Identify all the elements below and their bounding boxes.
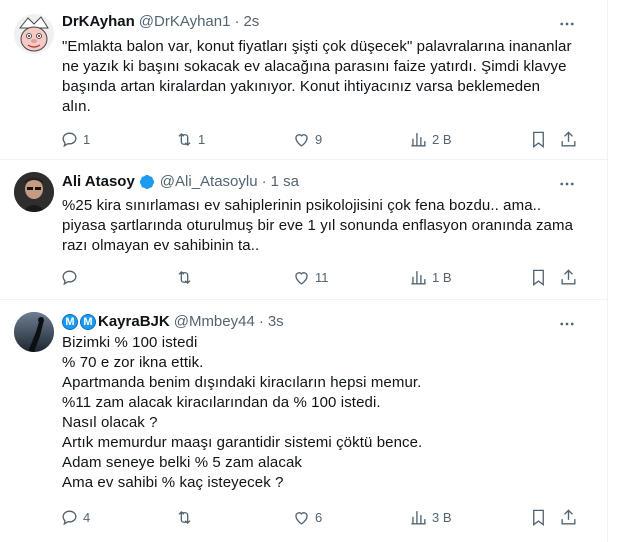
retweet-button[interactable] — [175, 266, 198, 288]
separator-dot: · — [234, 13, 240, 30]
more-icon[interactable] — [557, 14, 577, 34]
retweet-icon — [178, 132, 191, 146]
bookmark-icon — [533, 509, 544, 526]
author-handle[interactable]: @DrKAyhan1 — [139, 12, 231, 32]
tweet-line: "Emlakta balon var, konut fiyatları şişt… — [62, 38, 572, 55]
separator-dot: · — [258, 313, 264, 330]
reply-icon — [62, 509, 77, 525]
action-bar: 1 1 9 2 B — [56, 128, 586, 150]
retweet-button[interactable] — [175, 506, 198, 528]
tweet-line: alın. — [62, 98, 91, 115]
bookmark-button[interactable] — [529, 266, 548, 288]
tweet-line: piyasa şartlarında oturulmuş bir eve 1 y… — [62, 217, 574, 234]
tweet-line: ne yazık ki başını sokacak ev alacağına … — [62, 58, 567, 75]
tweet-line: Nasıl olacak ? — [62, 414, 158, 431]
like-button[interactable]: 11 — [292, 266, 329, 288]
views-count: 2 B — [432, 131, 452, 147]
bookmark-icon — [533, 269, 544, 286]
views-count: 1 B — [432, 269, 452, 285]
tweet-line: %25 kira sınırlaması ev sahiplerinin psi… — [62, 197, 542, 214]
views-icon — [411, 270, 426, 285]
separator-dot: · — [261, 173, 267, 190]
author-name[interactable]: DrKAyhan — [62, 12, 135, 32]
like-count: 9 — [315, 131, 323, 147]
avatar[interactable] — [14, 14, 54, 54]
timestamp[interactable]: 1 sa — [271, 172, 299, 192]
like-count: 6 — [315, 509, 323, 525]
tweet-header: M M KayraBJK @Mmbey44 · 3s — [62, 312, 284, 332]
views-icon — [411, 132, 426, 147]
share-icon — [561, 508, 576, 525]
action-bar: 4 6 3 B — [56, 506, 586, 528]
tweet-text: Bizimki % 100 istedi % 70 e zor ikna ett… — [62, 333, 592, 493]
like-count: 11 — [315, 269, 329, 285]
tweet-header: Ali Atasoy @Ali_Atasoylu · 1 sa — [62, 172, 299, 192]
reply-button[interactable] — [60, 266, 83, 288]
like-icon — [295, 133, 308, 147]
views-icon — [411, 510, 426, 525]
views-count: 3 B — [432, 509, 452, 525]
timestamp[interactable]: 3s — [268, 312, 284, 332]
views-button[interactable]: 2 B — [409, 128, 452, 150]
tweet-line: Ama ev sahibi % kaç isteyecek ? — [62, 474, 284, 491]
tweet-line: Apartmanda benim dışındaki kiracıların h… — [62, 374, 422, 391]
tweet-line: Adam seneye belki % 5 zam alacak — [62, 454, 302, 471]
share-button[interactable] — [559, 506, 578, 528]
like-icon — [295, 511, 308, 525]
share-icon — [561, 268, 576, 285]
retweet-icon — [178, 510, 191, 524]
views-button[interactable]: 1 B — [409, 266, 452, 288]
tweet-header: DrKAyhan @DrKAyhan1 · 2s — [62, 12, 259, 32]
tweet-line: Artık memurdur maaşı garantidir sistemi … — [62, 434, 423, 451]
column-border — [607, 0, 608, 542]
bookmark-button[interactable] — [529, 506, 548, 528]
bookmark-button[interactable] — [529, 128, 548, 150]
tweet-line: % 70 e zor ikna ettik. — [62, 354, 204, 371]
reply-count: 1 — [83, 131, 91, 147]
author-handle[interactable]: @Mmbey44 — [174, 312, 255, 332]
author-name[interactable]: KayraBJK — [98, 312, 170, 332]
views-button[interactable]: 3 B — [409, 506, 452, 528]
tweet-line: başında artan kiralardan yakınıyor. Konu… — [62, 78, 541, 95]
tweet-line: Bizimki % 100 istedi — [62, 334, 198, 351]
like-button[interactable]: 6 — [292, 506, 322, 528]
reply-icon — [62, 131, 77, 147]
name-emoji: M — [62, 314, 78, 330]
like-button[interactable]: 9 — [292, 128, 322, 150]
timestamp[interactable]: 2s — [243, 12, 259, 32]
reply-icon — [62, 269, 77, 285]
reply-count: 4 — [83, 509, 91, 525]
reply-button[interactable]: 4 — [60, 506, 90, 528]
tweet-line: %11 zam alacak kiracılarından da % 100 i… — [62, 394, 381, 411]
retweet-count: 1 — [198, 131, 206, 147]
tweet[interactable]: M M KayraBJK @Mmbey44 · 3s Bizimki % 100… — [0, 300, 607, 542]
tweet-text: "Emlakta balon var, konut fiyatları şişt… — [62, 37, 592, 117]
like-icon — [295, 271, 308, 285]
tweet[interactable]: DrKAyhan @DrKAyhan1 · 2s "Emlakta balon … — [0, 0, 607, 160]
more-icon[interactable] — [557, 174, 577, 194]
more-icon[interactable] — [557, 314, 577, 334]
author-handle[interactable]: @Ali_Atasoylu — [160, 172, 258, 192]
retweet-icon — [178, 270, 191, 284]
bookmark-icon — [533, 131, 544, 148]
tweet-text: %25 kira sınırlaması ev sahiplerinin psi… — [62, 196, 592, 256]
share-button[interactable] — [559, 266, 578, 288]
tweet[interactable]: Ali Atasoy @Ali_Atasoylu · 1 sa %25 kira… — [0, 160, 607, 300]
author-name[interactable]: Ali Atasoy — [62, 172, 135, 192]
share-button[interactable] — [559, 128, 578, 150]
retweet-button[interactable]: 1 — [175, 128, 205, 150]
tweet-line: razı olmayan ev sahibinin ta.. — [62, 237, 260, 254]
avatar[interactable] — [14, 312, 54, 352]
verified-icon — [139, 174, 154, 190]
action-bar: 11 1 B — [56, 266, 586, 288]
name-emoji: M — [80, 314, 96, 330]
share-icon — [561, 130, 576, 147]
avatar[interactable] — [14, 172, 54, 212]
reply-button[interactable]: 1 — [60, 128, 90, 150]
